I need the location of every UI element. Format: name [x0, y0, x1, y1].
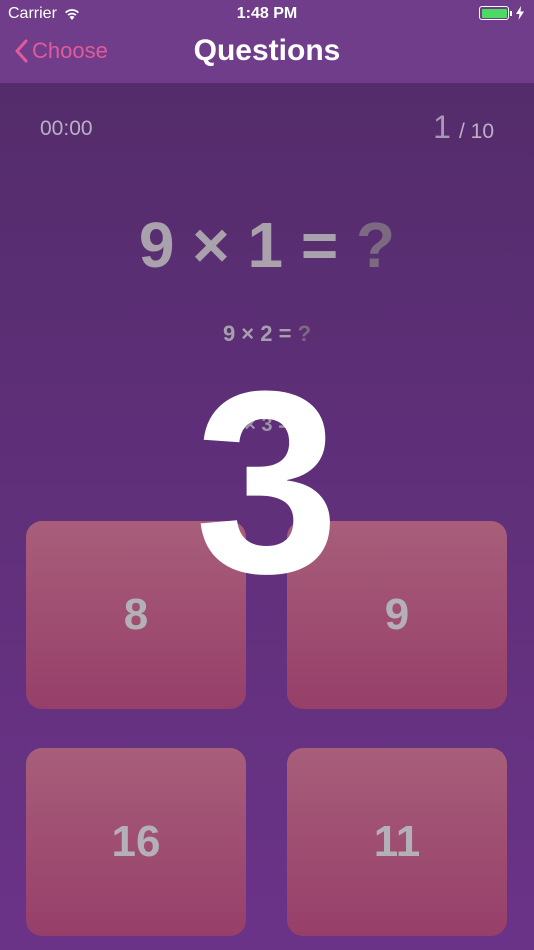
countdown-number: 3	[194, 338, 340, 628]
navigation-bar: Choose Questions	[0, 28, 534, 83]
battery-icon	[479, 6, 509, 20]
battery-indicator	[479, 6, 524, 20]
current-question: 9 × 1 = ?	[0, 208, 534, 282]
page-title: Questions	[193, 34, 341, 67]
current-question-text: 9 × 1 =	[138, 209, 356, 281]
status-bar: Carrier 1:48 PM	[0, 0, 534, 28]
question-progress: 1 / 10	[433, 109, 494, 146]
timer: 00:00	[40, 117, 93, 140]
total-questions: / 10	[458, 120, 494, 143]
answer-button-3[interactable]: 16	[26, 748, 246, 936]
clock: 1:48 PM	[236, 5, 298, 22]
charging-bolt-icon	[516, 6, 524, 20]
answer-button-4[interactable]: 11	[287, 748, 507, 936]
current-question-mark: ?	[355, 209, 396, 281]
current-question-number: 1	[433, 109, 451, 145]
quiz-area: 00:00 1 / 10 9 × 1 = ? 9 × 2 = ? × 3 = 3…	[0, 83, 534, 950]
